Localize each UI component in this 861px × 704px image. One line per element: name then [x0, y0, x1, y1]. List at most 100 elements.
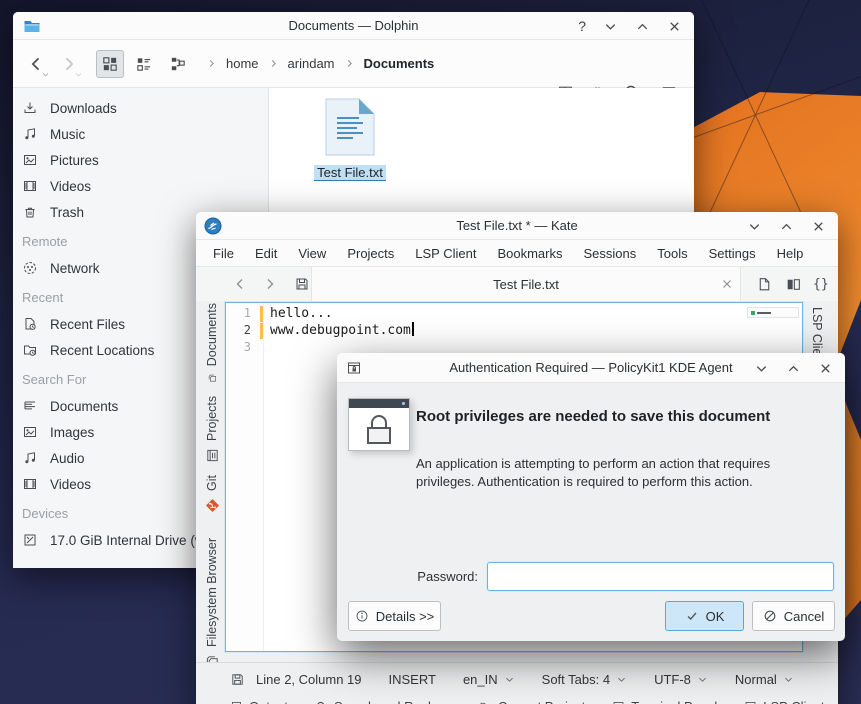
code-line-2: www.debugpoint.com [270, 322, 414, 339]
sidebar-item-music[interactable]: Music [13, 121, 268, 147]
cancel-button[interactable]: Cancel [752, 601, 835, 631]
tab-test-file[interactable]: Test File.txt [311, 267, 741, 301]
folder-icon [479, 700, 492, 704]
dolphin-toolbar: home arindam Documents Split [13, 40, 694, 88]
menu-file[interactable]: File [213, 246, 234, 261]
tab-next-icon[interactable] [262, 276, 278, 292]
tool-search-replace[interactable]: Search and Replace [315, 699, 452, 704]
dialog-titlebar[interactable]: Authentication Required — PolicyKit1 KDE… [337, 353, 845, 383]
menu-bookmarks[interactable]: Bookmarks [497, 246, 562, 261]
minimize-icon[interactable] [603, 19, 618, 34]
menu-help[interactable]: Help [777, 246, 804, 261]
menu-projects[interactable]: Projects [347, 246, 394, 261]
minimize-icon[interactable] [747, 219, 762, 234]
download-icon [22, 100, 38, 116]
section-header-recent: Recent [22, 290, 63, 305]
new-document-icon[interactable] [756, 276, 773, 293]
status-tabs[interactable]: Soft Tabs: 4 [542, 672, 627, 687]
maximize-icon[interactable] [779, 219, 794, 234]
ok-button[interactable]: OK [665, 601, 744, 631]
recent-folder-icon [22, 342, 38, 358]
status-highlight-mode[interactable]: Normal [735, 672, 794, 687]
details-view-icon [135, 55, 153, 73]
tool-terminal-panel[interactable]: Terminal Panel [612, 699, 717, 704]
section-header-remote: Remote [22, 234, 68, 249]
menu-view[interactable]: View [298, 246, 326, 261]
section-header-search-for: Search For [22, 372, 86, 387]
line-number: 1 [231, 305, 251, 322]
tab-prev-icon[interactable] [232, 276, 248, 292]
search-icon [315, 700, 328, 704]
minimize-icon[interactable] [754, 361, 769, 376]
back-dropdown-icon [41, 70, 50, 79]
password-label: Password: [337, 569, 478, 584]
sidebar-item-label: Recent Files [50, 317, 125, 332]
sidebar-item-pictures[interactable]: Pictures [13, 147, 268, 173]
editor-minimap[interactable] [747, 307, 799, 318]
details-label: Details >> [376, 609, 435, 624]
tab-label: Test File.txt [493, 277, 559, 292]
tree-view-button[interactable] [164, 50, 192, 78]
sidetab-filesystem-browser[interactable]: Filesystem Browser [198, 517, 226, 669]
ok-label: OK [706, 609, 725, 624]
status-dictionary[interactable]: en_IN [463, 672, 515, 687]
film-icon [22, 476, 38, 492]
breadcrumb-home[interactable]: home [226, 56, 259, 71]
sidetab-documents[interactable]: Documents [198, 303, 226, 383]
line-number-current: 2 [231, 322, 251, 339]
sidetab-projects[interactable]: Projects [198, 389, 226, 463]
line-number: 3 [231, 339, 251, 356]
menu-lsp-client[interactable]: LSP Client [415, 246, 476, 261]
sidetab-git[interactable]: Git [198, 467, 226, 513]
details-view-button[interactable] [130, 50, 158, 78]
file-test-file-txt[interactable]: Test File.txt [295, 98, 405, 182]
status-encoding[interactable]: UTF-8 [654, 672, 708, 687]
tool-lsp-client[interactable]: LSP Client [744, 699, 824, 704]
save-icon[interactable] [294, 276, 310, 292]
network-icon [22, 260, 38, 276]
sidebar-item-label: Documents [50, 399, 118, 414]
icons-view-icon [101, 55, 119, 73]
menu-tools[interactable]: Tools [657, 246, 687, 261]
sidebar-item-downloads[interactable]: Downloads [13, 95, 268, 121]
maximize-icon[interactable] [786, 361, 801, 376]
close-icon[interactable] [811, 219, 826, 234]
status-line-column[interactable]: Line 2, Column 19 [256, 672, 362, 687]
status-insert-mode[interactable]: INSERT [389, 672, 436, 687]
section-header-devices: Devices [22, 506, 68, 521]
kate-titlebar[interactable]: Test File.txt * — Kate [196, 212, 838, 240]
tab-close-icon[interactable] [720, 277, 734, 291]
forward-button[interactable] [56, 51, 82, 77]
help-icon[interactable]: ? [578, 18, 586, 34]
back-button[interactable] [23, 51, 49, 77]
close-icon[interactable] [818, 361, 833, 376]
cancel-slash-icon [763, 609, 777, 623]
split-view-icon[interactable] [785, 276, 802, 293]
menu-settings[interactable]: Settings [709, 246, 756, 261]
close-icon[interactable] [667, 19, 682, 34]
cancel-label: Cancel [784, 609, 824, 624]
tool-current-project[interactable]: Current Project [479, 699, 585, 704]
sidebar-item-label: Downloads [50, 101, 117, 116]
maximize-icon[interactable] [635, 19, 650, 34]
sidebar-item-label: Network [50, 261, 100, 276]
braces-icon[interactable]: {} [813, 277, 829, 292]
save-status-icon[interactable] [230, 672, 245, 687]
tool-output[interactable]: Output [230, 699, 288, 704]
sidebar-item-videos[interactable]: Videos [13, 173, 268, 199]
menu-edit[interactable]: Edit [255, 246, 277, 261]
git-icon [205, 498, 220, 513]
sidetab-label: Git [205, 475, 219, 491]
details-button[interactable]: Details >> [348, 601, 441, 631]
sidebar-item-label: 17.0 GiB Internal Drive (v [50, 533, 202, 548]
sidebar-item-label: Videos [50, 179, 91, 194]
auth-lock-illustration [348, 398, 410, 451]
icons-view-button[interactable] [96, 50, 124, 78]
breadcrumb-user[interactable]: arindam [288, 56, 335, 71]
dolphin-titlebar[interactable]: Documents — Dolphin ? [13, 12, 694, 40]
info-icon [355, 609, 369, 623]
editor-gutter: 1 2 3 [226, 303, 264, 651]
breadcrumb-current[interactable]: Documents [364, 56, 435, 71]
password-input[interactable] [487, 562, 834, 591]
menu-sessions[interactable]: Sessions [584, 246, 637, 261]
